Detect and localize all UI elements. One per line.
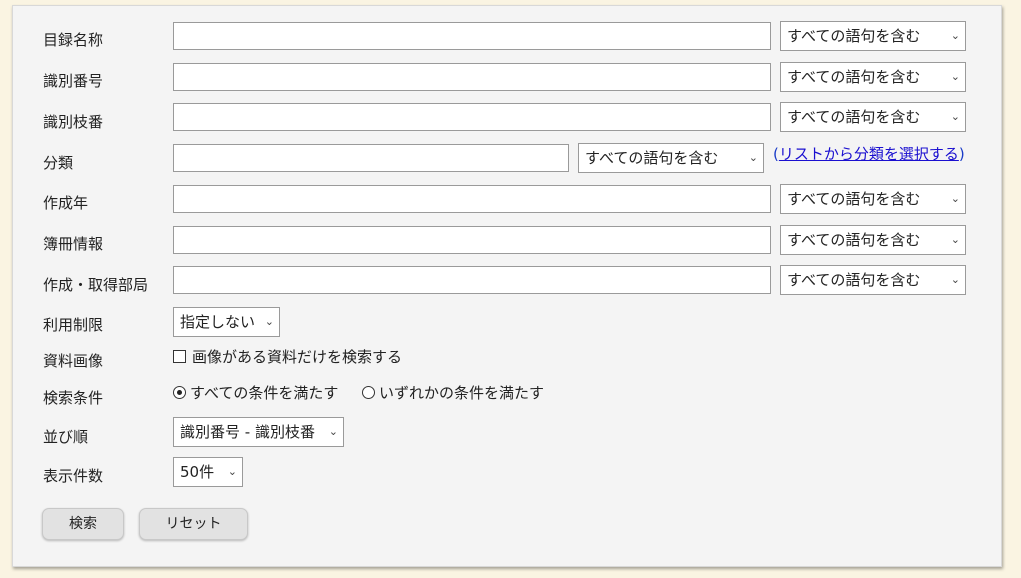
per-page-label: 表示件数 bbox=[43, 467, 104, 485]
per-page-value: 50件 bbox=[180, 463, 215, 481]
condition-label: 検索条件 bbox=[43, 389, 104, 407]
field-label-ledger: 簿冊情報 bbox=[43, 235, 104, 253]
category-match-value: すべての語句を含む bbox=[585, 149, 719, 167]
field-label-category: 分類 bbox=[43, 154, 74, 172]
id-branch-input[interactable] bbox=[173, 103, 771, 131]
sort-select[interactable]: 識別番号 - 識別枝番 ⌄ bbox=[173, 417, 344, 447]
year-input[interactable] bbox=[173, 185, 771, 213]
search-form-panel: 目録名称 すべての語句を含む ⌄ 識別番号 すべての語句を含む ⌄ 識別枝番 す… bbox=[12, 5, 1002, 567]
sort-label: 並び順 bbox=[43, 428, 89, 446]
usage-limit-value: 指定しない bbox=[180, 313, 256, 331]
year-match-value: すべての語句を含む bbox=[787, 190, 921, 208]
id-number-match-select[interactable]: すべての語句を含む ⌄ bbox=[780, 62, 966, 92]
search-button[interactable]: 検索 bbox=[42, 508, 124, 540]
ledger-input[interactable] bbox=[173, 226, 771, 254]
chevron-down-icon: ⌄ bbox=[950, 233, 960, 246]
category-match-select[interactable]: すべての語句を含む ⌄ bbox=[578, 143, 764, 173]
chevron-down-icon: ⌄ bbox=[950, 70, 960, 83]
image-filter-checkbox[interactable] bbox=[173, 350, 186, 363]
reset-button[interactable]: リセット bbox=[139, 508, 248, 540]
field-label-year: 作成年 bbox=[43, 194, 89, 212]
field-label-id-branch: 識別枝番 bbox=[43, 113, 104, 131]
department-match-select[interactable]: すべての語句を含む ⌄ bbox=[780, 265, 966, 295]
ledger-match-select[interactable]: すべての語句を含む ⌄ bbox=[780, 225, 966, 255]
sort-value: 識別番号 - 識別枝番 bbox=[180, 423, 315, 441]
id-number-input[interactable] bbox=[173, 63, 771, 91]
chevron-down-icon: ⌄ bbox=[227, 465, 237, 478]
usage-limit-select[interactable]: 指定しない ⌄ bbox=[173, 307, 280, 337]
category-input[interactable] bbox=[173, 144, 569, 172]
condition-any-label: いずれかの条件を満たす bbox=[379, 384, 545, 402]
condition-all-radio[interactable] bbox=[173, 386, 186, 399]
link-paren-close: ) bbox=[958, 145, 965, 163]
id-number-match-value: すべての語句を含む bbox=[787, 68, 921, 86]
category-list-link-wrap: (リストから分類を選択する) bbox=[773, 145, 965, 163]
category-list-link[interactable]: リストから分類を選択する bbox=[779, 145, 959, 163]
department-input[interactable] bbox=[173, 266, 771, 294]
chevron-down-icon: ⌄ bbox=[950, 29, 960, 42]
title-match-select[interactable]: すべての語句を含む ⌄ bbox=[780, 21, 966, 51]
per-page-select[interactable]: 50件 ⌄ bbox=[173, 457, 243, 487]
condition-any-radio[interactable] bbox=[362, 386, 375, 399]
field-label-id-number: 識別番号 bbox=[43, 72, 104, 90]
title-input[interactable] bbox=[173, 22, 771, 50]
chevron-down-icon: ⌄ bbox=[748, 151, 758, 164]
condition-any-option[interactable]: いずれかの条件を満たす bbox=[362, 384, 544, 402]
title-match-value: すべての語句を含む bbox=[787, 27, 921, 45]
condition-all-label: すべての条件を満たす bbox=[190, 384, 339, 402]
image-filter-option[interactable]: 画像がある資料だけを検索する bbox=[173, 348, 402, 366]
year-match-select[interactable]: すべての語句を含む ⌄ bbox=[780, 184, 966, 214]
chevron-down-icon: ⌄ bbox=[264, 315, 274, 328]
chevron-down-icon: ⌄ bbox=[950, 273, 960, 286]
id-branch-match-select[interactable]: すべての語句を含む ⌄ bbox=[780, 102, 966, 132]
image-label: 資料画像 bbox=[43, 352, 104, 370]
chevron-down-icon: ⌄ bbox=[950, 110, 960, 123]
chevron-down-icon: ⌄ bbox=[950, 192, 960, 205]
image-filter-checkbox-label: 画像がある資料だけを検索する bbox=[192, 348, 403, 366]
field-label-title: 目録名称 bbox=[43, 31, 104, 49]
department-match-value: すべての語句を含む bbox=[787, 271, 921, 289]
id-branch-match-value: すべての語句を含む bbox=[787, 108, 921, 126]
ledger-match-value: すべての語句を含む bbox=[787, 231, 921, 249]
condition-all-option[interactable]: すべての条件を満たす bbox=[173, 384, 338, 402]
field-label-department: 作成・取得部局 bbox=[43, 276, 149, 294]
chevron-down-icon: ⌄ bbox=[328, 425, 338, 438]
usage-limit-label: 利用制限 bbox=[43, 316, 104, 334]
